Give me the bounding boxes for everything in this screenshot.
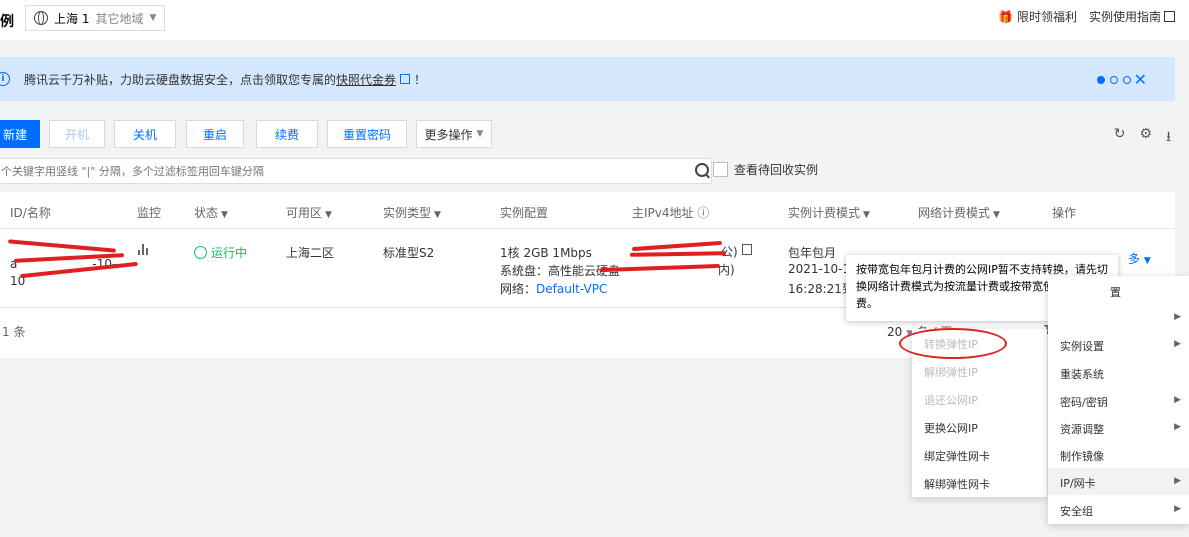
external-link-icon	[1164, 11, 1175, 22]
chevron-down-icon: ▼	[149, 13, 157, 23]
private-ip: 内)	[718, 263, 735, 277]
recycle-checkbox[interactable]	[713, 162, 728, 177]
more-actions-button[interactable]: 更多操作 ▼	[416, 120, 492, 148]
refresh-icon[interactable]: ↻	[1114, 126, 1126, 150]
restart-button[interactable]: 重启	[186, 120, 244, 148]
chevron-right-icon: ▶	[1174, 312, 1181, 322]
menu-item-password[interactable]: 密码/密钥	[1060, 394, 1108, 410]
reset-password-button[interactable]: 重置密码	[327, 120, 407, 148]
running-icon	[194, 246, 207, 259]
filter-icon[interactable]: ▼	[993, 210, 1000, 220]
guide-link[interactable]: 实例使用指南	[1089, 8, 1175, 25]
billing-line3: 16:28:21到	[788, 282, 854, 296]
top-links: 🎁 限时领福利 实例使用指南	[998, 8, 1175, 25]
filter-icon[interactable]: ▼	[434, 210, 441, 220]
pager-dot[interactable]	[1097, 76, 1105, 84]
chevron-right-icon: ▶	[1174, 395, 1181, 405]
search-icon[interactable]	[695, 163, 709, 177]
toolbar-icons: ↻ ⚙ ⭳	[1114, 126, 1171, 150]
menu-item-ip-eni[interactable]: IP/网卡	[1060, 475, 1096, 491]
col-ip: 主IPv4地址 ⓘ	[632, 206, 710, 220]
gear-icon[interactable]: ⚙	[1140, 126, 1153, 150]
menu-item-unbind-eip[interactable]: 解绑弹性IP	[924, 364, 978, 380]
page-title: 例	[0, 14, 14, 30]
billing-line1: 包年包月	[788, 246, 837, 260]
filter-icon[interactable]: ▼	[863, 210, 870, 220]
config-line1: 1核 2GB 1Mbps	[500, 246, 592, 260]
chevron-right-icon: ▶	[1174, 476, 1181, 486]
more-ops-menu: 置 ▶ 实例设置 ▶ 重装系统 密码/密钥 ▶ 资源调整 ▶ 制作镜像 IP/网…	[1048, 276, 1189, 524]
menu-item-reinstall[interactable]: 重装系统	[1060, 366, 1104, 382]
menu-item-change-ip[interactable]: 更换公网IP	[924, 420, 978, 436]
pager-dot[interactable]	[1123, 76, 1131, 84]
more-ops-link[interactable]: 多 ▼	[1128, 250, 1151, 267]
config-line3: 网络：Default-VPC	[500, 282, 608, 296]
col-ops: 操作	[1052, 206, 1077, 220]
copy-icon[interactable]	[742, 244, 752, 255]
col-net-billing[interactable]: 网络计费模式 ▼	[918, 204, 1000, 221]
menu-item-return-ip[interactable]: 退还公网IP	[924, 392, 978, 408]
info-icon: i	[0, 72, 10, 86]
new-button[interactable]: 新建	[0, 120, 40, 148]
chevron-right-icon: ▶	[1174, 504, 1181, 514]
banner-pager[interactable]	[1097, 76, 1131, 84]
globe-icon	[34, 11, 48, 25]
menu-item-resize[interactable]: 资源调整	[1060, 421, 1104, 437]
filter-icon[interactable]: ▼	[221, 210, 228, 220]
status-badge: 运行中	[194, 244, 247, 261]
download-icon[interactable]: ⭳	[1166, 126, 1171, 150]
col-type[interactable]: 实例类型 ▼	[383, 204, 441, 221]
region-selector[interactable]: 上海 1 其它地域 ▼	[25, 5, 166, 31]
renew-button[interactable]: 续费	[256, 120, 318, 148]
notice-banner: i 腾讯云千万补贴，力助云硬盘数据安全，点击领取您专属的快照代金券！	[0, 57, 1175, 101]
search-box	[0, 158, 712, 184]
total-count: 1 条	[2, 325, 26, 339]
header-divider	[0, 228, 1175, 229]
chevron-down-icon: ▼	[476, 129, 484, 139]
menu-item-image[interactable]: 制作镜像	[1060, 448, 1104, 464]
type-cell: 标准型S2	[383, 246, 435, 260]
gift-icon: 🎁	[998, 10, 1014, 24]
menu-item-unbind-eni[interactable]: 解绑弹性网卡	[924, 476, 990, 492]
stop-button[interactable]: 关机	[114, 120, 176, 148]
close-icon[interactable]: ✕	[1134, 70, 1147, 89]
menu-item-instance-settings[interactable]: 实例设置	[1060, 338, 1104, 354]
col-status[interactable]: 状态 ▼	[194, 204, 228, 221]
vpc-link[interactable]: Default-VPC	[536, 282, 607, 296]
help-icon[interactable]: ⓘ	[697, 206, 709, 220]
promo-link[interactable]: 🎁 限时领福利	[998, 8, 1077, 25]
region-other: 其它地域	[95, 11, 144, 26]
col-monitor: 监控	[137, 206, 162, 220]
col-config: 实例配置	[500, 206, 549, 220]
start-button[interactable]: 开机	[49, 120, 105, 148]
chevron-down-icon: ▼	[1143, 256, 1151, 266]
menu-item-security-group[interactable]: 安全组	[1060, 503, 1093, 519]
voucher-link[interactable]: 快照代金券	[336, 73, 396, 87]
col-id: ID/名称	[10, 206, 51, 220]
external-link-icon	[400, 73, 411, 84]
menu-item-bind-eni[interactable]: 绑定弹性网卡	[924, 448, 990, 464]
chevron-right-icon: ▶	[1174, 422, 1181, 432]
filter-icon[interactable]: ▼	[325, 210, 332, 220]
region-current: 上海 1	[54, 11, 90, 26]
search-input[interactable]	[0, 159, 683, 183]
pager-dot[interactable]	[1110, 76, 1118, 84]
menu-item-partial[interactable]: 置	[1110, 284, 1121, 300]
chevron-right-icon: ▶	[1174, 339, 1181, 349]
monitor-chart-icon[interactable]	[138, 243, 148, 255]
col-billing[interactable]: 实例计费模式 ▼	[788, 204, 870, 221]
banner-text: 腾讯云千万补贴，力助云硬盘数据安全，点击领取您专属的快照代金券！	[24, 72, 427, 87]
recycle-toggle[interactable]: 查看待回收实例	[713, 161, 818, 178]
annotation-circle	[899, 328, 1007, 359]
col-zone[interactable]: 可用区 ▼	[286, 204, 332, 221]
zone-cell: 上海二区	[286, 246, 335, 260]
recycle-label: 查看待回收实例	[734, 163, 819, 177]
